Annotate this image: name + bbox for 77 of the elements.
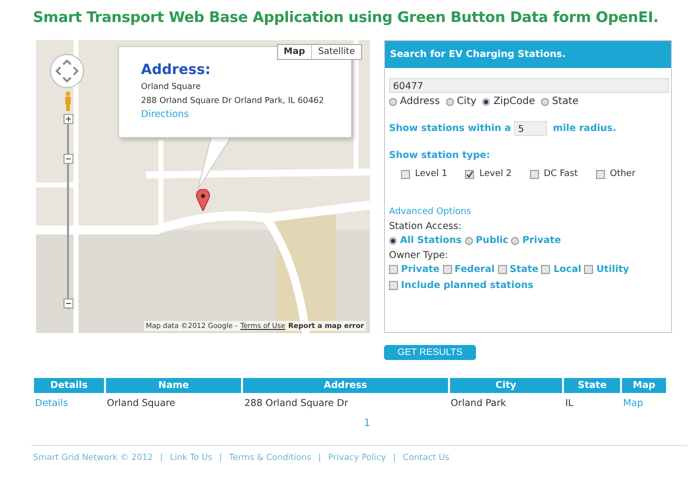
radio-label[interactable]: State (552, 96, 578, 107)
checkbox-label[interactable]: Level 2 (479, 169, 512, 179)
checkbox[interactable] (584, 265, 594, 274)
access-label: Station Access: (389, 221, 463, 232)
checkbox[interactable] (530, 170, 539, 178)
checkbox-label[interactable]: Local (553, 264, 582, 275)
directions-link[interactable]: Directions (141, 109, 189, 120)
table-cell: 288 Orland Square Dr (244, 398, 348, 409)
page-title: Smart Transport Web Base Application using Green Button Data form OpenEI. (33, 8, 660, 28)
checkbox-label[interactable]: DC Fast (544, 169, 578, 179)
checkbox[interactable] (442, 265, 452, 274)
column-header: Map (622, 378, 666, 393)
table-cell: Orland Park (450, 398, 506, 409)
page-link[interactable]: 1 (364, 418, 370, 429)
radio-button[interactable] (541, 98, 550, 106)
checkbox[interactable] (389, 281, 398, 290)
radio-label[interactable]: Address (400, 96, 440, 107)
zoom-thumb[interactable] (64, 154, 74, 164)
checkbox[interactable] (465, 170, 474, 178)
get-results-button[interactable]: GET RESULTS (384, 345, 476, 360)
advanced-options-link[interactable]: Advanced Options (389, 207, 667, 217)
column-header: Details (34, 378, 104, 393)
checkbox[interactable] (389, 265, 398, 274)
radio-button[interactable] (482, 98, 490, 106)
checkbox[interactable] (498, 265, 507, 274)
footer-link[interactable]: Link To Us (170, 453, 212, 463)
radio-label[interactable]: Private (522, 235, 561, 246)
radius-field[interactable]: 5 (514, 121, 547, 136)
checkbox[interactable] (596, 170, 605, 178)
separator: | (219, 453, 222, 463)
search-field[interactable]: 60477 (389, 78, 669, 93)
footer-link[interactable]: Contact Us (402, 453, 450, 463)
pan-control-icon[interactable] (50, 54, 84, 88)
radio-button[interactable] (464, 236, 473, 244)
map-type-tab[interactable]: Map (278, 45, 312, 59)
checkbox-label[interactable]: Include planned stations (401, 280, 534, 291)
separator: | (318, 453, 322, 463)
table-cell: Orland Square (106, 398, 176, 409)
footer-link[interactable]: Terms & Conditions (229, 453, 312, 463)
column-header: Address (243, 378, 448, 393)
radius-label: Show stations within a (389, 123, 511, 134)
owner-type-label: Owner Type: (389, 250, 450, 261)
radio-label[interactable]: All Stations (400, 235, 462, 246)
table-link[interactable]: Details (35, 398, 68, 409)
separator: | (160, 453, 163, 463)
radio-label[interactable]: Public (476, 235, 508, 246)
radio-button[interactable] (446, 98, 454, 106)
map-pin-icon[interactable] (196, 189, 210, 211)
place-address: 288 Orland Square Dr Orland Park, IL 60462 (141, 95, 326, 105)
info-heading: Address: (141, 62, 212, 78)
checkbox-label[interactable]: Private (401, 264, 440, 275)
checkbox[interactable] (401, 170, 410, 178)
radio-button[interactable] (511, 236, 520, 244)
checkbox-label[interactable]: Federal (454, 264, 495, 275)
radio-button[interactable] (389, 98, 397, 106)
footer-link[interactable]: Privacy Policy (328, 453, 386, 463)
table-cell: IL (565, 398, 574, 409)
column-header: Name (106, 378, 242, 393)
checkbox-label[interactable]: Other (610, 169, 636, 179)
checkbox[interactable] (541, 265, 550, 274)
place-name: Orland Square (141, 81, 202, 91)
radius-unit: mile radius. (552, 123, 616, 134)
radio-button[interactable] (389, 236, 397, 244)
checkbox-label[interactable]: State (510, 264, 538, 275)
column-header: State (564, 378, 620, 393)
radio-label[interactable]: City (456, 96, 476, 107)
checkbox-label[interactable]: Level 1 (415, 169, 448, 179)
station-type-label: Show station type: (389, 150, 491, 161)
pegman-icon[interactable] (64, 91, 72, 111)
checkbox-label[interactable]: Utility (596, 264, 630, 275)
column-header: City (450, 378, 562, 393)
panel-header: Search for EV Charging Stations. (385, 41, 671, 68)
map-type-tab[interactable]: Satellite (311, 45, 361, 59)
zoom-slider[interactable] (62, 114, 74, 309)
table-link[interactable]: Map (623, 398, 644, 409)
radio-label[interactable]: ZipCode (493, 96, 536, 107)
separator: | (393, 453, 396, 463)
